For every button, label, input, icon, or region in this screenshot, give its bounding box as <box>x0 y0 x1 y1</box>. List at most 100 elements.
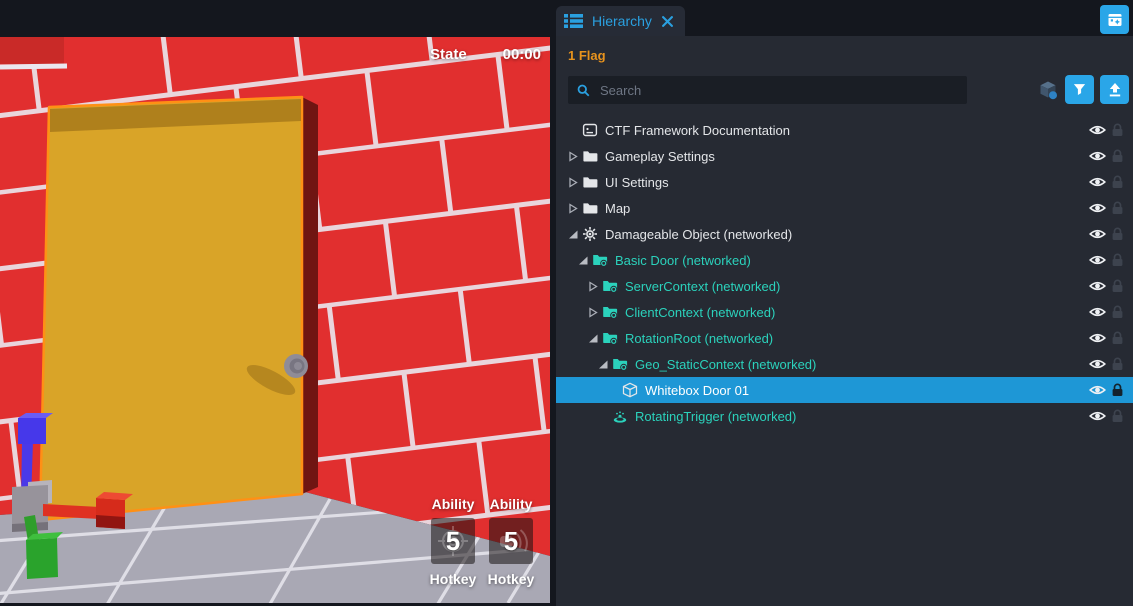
tree-row[interactable]: RotationRoot (networked) <box>556 325 1133 351</box>
ability-label: Ability <box>432 496 475 512</box>
bundle-icon <box>592 252 609 268</box>
tree-row[interactable]: Map <box>556 195 1133 221</box>
expand-arrow-icon[interactable] <box>568 203 582 214</box>
game-viewport[interactable]: State 00:00 Ability 5 Hotkey Ability 5 H… <box>0 37 550 603</box>
visibility-eye-icon[interactable] <box>1089 332 1106 344</box>
lock-icon[interactable] <box>1111 149 1124 163</box>
bundle-icon <box>602 330 619 346</box>
visibility-eye-icon[interactable] <box>1089 280 1106 292</box>
indent <box>568 390 608 391</box>
expand-arrow-icon[interactable] <box>588 281 602 292</box>
tree-row[interactable]: Damageable Object (networked) <box>556 221 1133 247</box>
indent <box>568 364 598 365</box>
folder-icon <box>582 148 599 164</box>
tree-row[interactable]: UI Settings <box>556 169 1133 195</box>
node-label: Geo_StaticContext (networked) <box>635 357 816 372</box>
visibility-eye-icon[interactable] <box>1089 176 1106 188</box>
lock-icon[interactable] <box>1111 227 1124 241</box>
close-icon[interactable] <box>662 16 673 27</box>
visibility-eye-icon[interactable] <box>1089 358 1106 370</box>
visibility-eye-icon[interactable] <box>1089 124 1106 136</box>
visibility-eye-icon[interactable] <box>1089 384 1106 396</box>
lock-icon[interactable] <box>1111 383 1124 397</box>
expand-arrow-icon[interactable] <box>588 307 602 318</box>
upload-button[interactable] <box>1100 75 1129 104</box>
ability-label: Ability <box>490 496 533 512</box>
match-timer: 00:00 <box>503 46 541 63</box>
node-label: UI Settings <box>605 175 669 190</box>
node-label: Map <box>605 201 630 216</box>
indent <box>568 312 588 313</box>
lock-icon[interactable] <box>1111 409 1124 423</box>
visibility-eye-icon[interactable] <box>1089 150 1106 162</box>
ability-slot-1: Ability 5 Hotkey <box>431 496 475 587</box>
expand-arrow-icon[interactable] <box>568 177 582 188</box>
visibility-eye-icon[interactable] <box>1089 410 1106 422</box>
lock-icon[interactable] <box>1111 279 1124 293</box>
expand-arrow-icon[interactable] <box>568 151 582 162</box>
gear-icon <box>582 226 599 242</box>
expand-arrow-icon[interactable] <box>578 255 592 266</box>
lock-icon[interactable] <box>1111 123 1124 137</box>
door-panel[interactable] <box>40 97 302 520</box>
expand-arrow-icon[interactable] <box>598 359 612 370</box>
node-label: RotationRoot (networked) <box>625 331 773 346</box>
visibility-eye-icon[interactable] <box>1089 228 1106 240</box>
node-label: Whitebox Door 01 <box>645 383 749 398</box>
tab-hierarchy[interactable]: Hierarchy <box>556 6 685 36</box>
indent <box>568 338 588 339</box>
lock-icon[interactable] <box>1111 357 1124 371</box>
tree-row[interactable]: Geo_StaticContext (networked) <box>556 351 1133 377</box>
hotkey-label: Hotkey <box>430 571 477 587</box>
ability-hotkey-number: 5 <box>446 526 460 557</box>
lock-icon[interactable] <box>1111 253 1124 267</box>
tree-row[interactable]: ClientContext (networked) <box>556 299 1133 325</box>
folder-icon <box>582 200 599 216</box>
tree-row[interactable]: Gameplay Settings <box>556 143 1133 169</box>
trigger-icon <box>612 408 629 424</box>
node-label: Damageable Object (networked) <box>605 227 792 242</box>
node-label: ServerContext (networked) <box>625 279 780 294</box>
node-label: CTF Framework Documentation <box>605 123 790 138</box>
gizmo-y-handle[interactable] <box>26 538 58 579</box>
expand-arrow-icon[interactable] <box>568 229 582 240</box>
bundle-icon <box>612 356 629 372</box>
search-input[interactable] <box>598 82 959 99</box>
hierarchy-panel: Hierarchy 1 Flag <box>556 0 1133 606</box>
tab-title: Hierarchy <box>592 13 652 29</box>
wall-block <box>0 37 64 64</box>
wall-block-grout <box>0 66 67 67</box>
folder-icon <box>582 174 599 190</box>
node-label: Gameplay Settings <box>605 149 715 164</box>
gizmo-z-handle[interactable] <box>18 418 46 444</box>
tree-row[interactable]: Basic Door (networked) <box>556 247 1133 273</box>
ability-box: 5 <box>431 518 475 564</box>
visibility-eye-icon[interactable] <box>1089 306 1106 318</box>
tree-row[interactable]: CTF Framework Documentation <box>556 117 1133 143</box>
visibility-eye-icon[interactable] <box>1089 254 1106 266</box>
ability-slot-2: Ability 5 Hotkey <box>489 496 533 587</box>
expand-arrow-icon[interactable] <box>588 333 602 344</box>
lock-icon[interactable] <box>1111 305 1124 319</box>
state-label: State <box>430 46 467 63</box>
lock-icon[interactable] <box>1111 175 1124 189</box>
visibility-eye-icon[interactable] <box>1089 202 1106 214</box>
tree-row[interactable]: Whitebox Door 01 <box>556 377 1133 403</box>
flag-count-badge: 1 Flag <box>568 48 606 63</box>
node-label: Basic Door (networked) <box>615 253 751 268</box>
tree-row[interactable]: ServerContext (networked) <box>556 273 1133 299</box>
prefab-cube-icon[interactable] <box>1038 80 1058 100</box>
bundle-icon <box>602 278 619 294</box>
door-object[interactable] <box>40 97 318 520</box>
lock-icon[interactable] <box>1111 331 1124 345</box>
indent <box>568 286 588 287</box>
tree-row[interactable]: RotatingTrigger (networked) <box>556 403 1133 429</box>
door-frame-edge <box>302 97 318 494</box>
ability-box: 5 <box>489 518 533 564</box>
filter-button[interactable] <box>1065 75 1094 104</box>
calendar-button[interactable] <box>1100 5 1129 34</box>
lock-icon[interactable] <box>1111 201 1124 215</box>
hierarchy-panel-body: 1 Flag CTF Framewo <box>556 36 1133 606</box>
cube-icon <box>622 382 639 398</box>
search-bar[interactable] <box>568 76 967 104</box>
